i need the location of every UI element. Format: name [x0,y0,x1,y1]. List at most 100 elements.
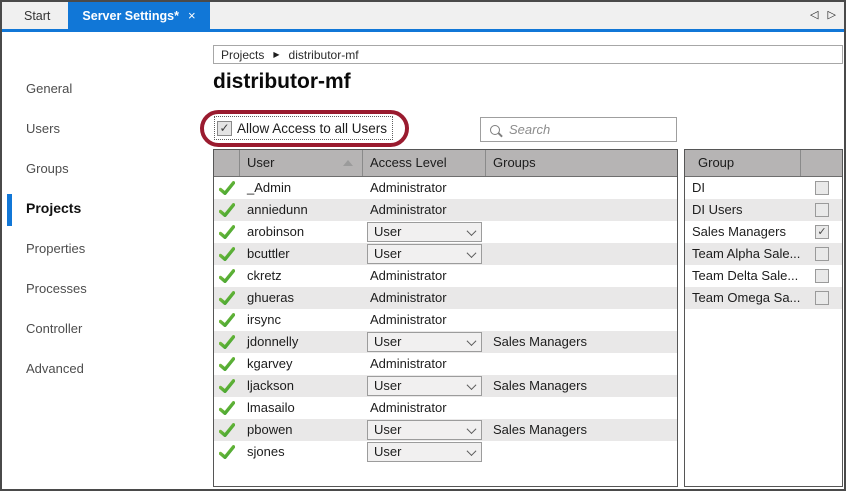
column-header-group-member[interactable] [801,150,842,176]
table-row-user[interactable]: sjones User [214,441,677,463]
column-header-access-level[interactable]: Access Level [363,150,486,176]
access-level-value: User [368,223,461,241]
enabled-check-icon [214,287,240,309]
user-groups [486,221,677,243]
breadcrumb: Projects ▶ distributor-mf [213,45,843,64]
group-checkbox[interactable] [815,203,829,217]
sidebar-item-advanced[interactable]: Advanced [26,360,84,378]
table-row-user[interactable]: irsync Administrator [214,309,677,331]
table-row-user[interactable]: ljackson User Sales Managers [214,375,677,397]
enabled-check-icon [214,221,240,243]
user-groups [486,353,677,375]
group-checkbox-checked[interactable]: ✓ [815,225,829,239]
allow-access-checkbox[interactable]: ✓ Allow Access to all Users [214,116,393,140]
enabled-check-icon [214,353,240,375]
chevron-down-icon[interactable] [461,245,481,263]
column-header-groups[interactable]: Groups [486,150,677,176]
chevron-down-icon[interactable] [461,443,481,461]
group-name: Sales Managers [685,221,801,243]
access-level-dropdown[interactable]: User [367,244,482,264]
column-header-status[interactable] [214,150,240,176]
sidebar-item-properties[interactable]: Properties [26,240,85,258]
enabled-check-icon [214,199,240,221]
access-level-dropdown[interactable]: User [367,376,482,396]
table-row-user[interactable]: ckretz Administrator [214,265,677,287]
enabled-check-icon [214,243,240,265]
column-header-user-label: User [247,155,274,170]
user-groups [486,265,677,287]
enabled-check-icon [214,375,240,397]
table-row-user[interactable]: jdonnelly User Sales Managers [214,331,677,353]
user-groups: Sales Managers [486,331,677,353]
table-row-user[interactable]: _Admin Administrator [214,177,677,199]
close-icon[interactable]: × [188,9,196,22]
user-groups [486,243,677,265]
group-checkbox[interactable] [815,291,829,305]
table-row-group[interactable]: DI Users [685,199,842,221]
sidebar-item-controller[interactable]: Controller [26,320,82,338]
user-groups [486,287,677,309]
user-name: kgarvey [240,353,363,375]
user-name: ljackson [240,375,363,397]
tab-server-settings-label: Server Settings* [82,9,179,23]
access-level-dropdown[interactable]: User [367,332,482,352]
users-table-header: User Access Level Groups [214,150,677,177]
table-row-user[interactable]: bcuttler User [214,243,677,265]
search-input[interactable] [507,121,661,138]
table-row-user[interactable]: kgarvey Administrator [214,353,677,375]
table-row-group[interactable]: Team Alpha Sale... [685,243,842,265]
sidebar-item-users[interactable]: Users [26,120,60,138]
table-row-user[interactable]: arobinson User [214,221,677,243]
chevron-down-icon[interactable] [461,333,481,351]
access-level-dropdown[interactable]: User [367,442,482,462]
table-row-group[interactable]: Team Delta Sale... [685,265,842,287]
user-groups [486,177,677,199]
enabled-check-icon [214,419,240,441]
tab-server-settings[interactable]: Server Settings* × [68,2,209,29]
chevron-down-icon[interactable] [461,377,481,395]
search-box[interactable] [480,117,677,142]
breadcrumb-current[interactable]: distributor-mf [289,48,359,62]
user-name: pbowen [240,419,363,441]
checkbox-checked-icon[interactable]: ✓ [217,121,232,136]
table-row-group[interactable]: DI [685,177,842,199]
group-checkbox[interactable] [815,181,829,195]
table-row-user[interactable]: lmasailo Administrator [214,397,677,419]
table-row-group[interactable]: Sales Managers ✓ [685,221,842,243]
column-header-group[interactable]: Group [685,150,801,176]
breadcrumb-separator-icon: ▶ [273,50,279,59]
sidebar-item-general[interactable]: General [26,80,72,98]
breadcrumb-projects[interactable]: Projects [221,48,264,62]
group-checkbox[interactable] [815,247,829,261]
chevron-down-icon[interactable] [461,223,481,241]
access-level-dropdown[interactable]: User [367,420,482,440]
user-groups [486,397,677,419]
scroll-left-icon[interactable]: ◁ [810,9,818,21]
sidebar-active-indicator [7,194,12,226]
user-name: anniedunn [240,199,363,221]
user-groups [486,199,677,221]
table-row-user[interactable]: ghueras Administrator [214,287,677,309]
sidebar-item-processes[interactable]: Processes [26,280,87,298]
scroll-right-icon[interactable]: ▷ [828,9,836,21]
tab-start[interactable]: Start [10,2,64,29]
table-row-user[interactable]: pbowen User Sales Managers [214,419,677,441]
sidebar-item-groups[interactable]: Groups [26,160,69,178]
allow-access-label: Allow Access to all Users [237,121,387,136]
groups-table: Group DI DI Users Sales Managers ✓ Team … [684,149,843,487]
group-name: Team Delta Sale... [685,265,801,287]
access-level-value: Administrator [363,287,486,309]
sort-ascending-icon [343,160,353,166]
table-row-group[interactable]: Team Omega Sa... [685,287,842,309]
chevron-down-icon[interactable] [461,421,481,439]
sidebar-item-projects[interactable]: Projects [26,199,81,217]
column-header-user[interactable]: User [240,150,363,176]
group-name: DI Users [685,199,801,221]
group-name: DI [685,177,801,199]
group-name: Team Omega Sa... [685,287,801,309]
access-level-value: User [368,443,461,461]
access-level-value: User [368,421,461,439]
table-row-user[interactable]: anniedunn Administrator [214,199,677,221]
access-level-dropdown[interactable]: User [367,222,482,242]
group-checkbox[interactable] [815,269,829,283]
